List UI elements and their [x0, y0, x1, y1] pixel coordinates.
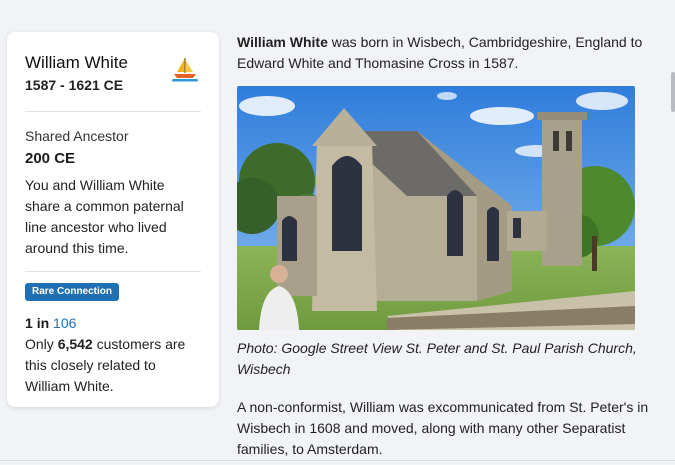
- customers-note: Only 6,542 customers are this closely re…: [25, 334, 201, 397]
- shared-ancestor-description: You and William White share a common pat…: [25, 177, 184, 256]
- body-paragraph: A non-conformist, William was excommunic…: [237, 399, 649, 457]
- church-photo: [237, 86, 635, 330]
- article-content: William White was born in Wisbech, Cambr…: [237, 32, 657, 460]
- shared-ancestor-label: Shared Ancestor: [25, 128, 129, 144]
- divider: [25, 111, 201, 112]
- intro-paragraph: William White was born in Wisbech, Cambr…: [237, 32, 657, 74]
- customers-prefix: Only: [25, 336, 54, 352]
- ratio-number-link[interactable]: 106: [53, 315, 76, 331]
- intro-name: William White: [237, 34, 328, 50]
- divider: [0, 460, 675, 461]
- scrollbar-thumb[interactable]: [671, 72, 675, 112]
- connection-ratio: 1 in 106: [25, 314, 201, 332]
- divider: [25, 271, 201, 272]
- ratio-one: 1: [25, 315, 33, 331]
- sailboat-icon: [172, 58, 198, 82]
- shared-ancestor-date: 200 CE: [25, 150, 76, 167]
- rare-connection-badge: Rare Connection: [25, 283, 120, 301]
- photo-caption: Photo: Google Street View St. Peter and …: [237, 340, 637, 377]
- customers-count: 6,542: [57, 336, 93, 352]
- ratio-in: in: [36, 315, 50, 331]
- ancestor-card: William White 1587 - 1621 CE Shared Ance…: [7, 32, 219, 407]
